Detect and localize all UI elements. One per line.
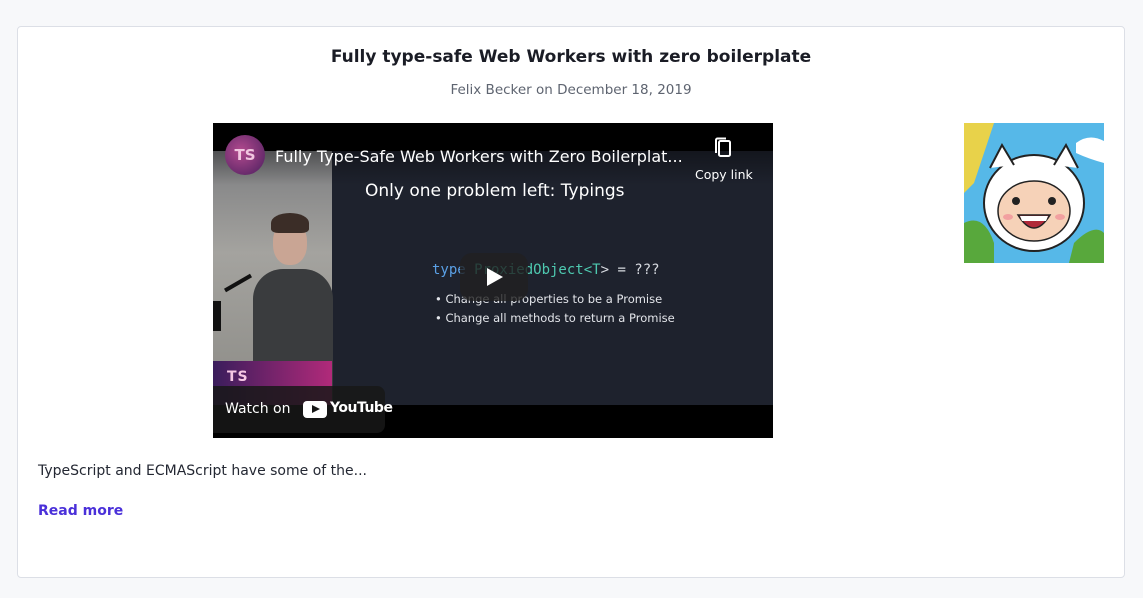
microphone-stand [213,301,221,331]
post-title[interactable]: Fully type-safe Web Workers with zero bo… [18,47,1124,67]
watch-on-youtube-button[interactable]: Watch on YouTube [213,386,393,433]
read-more-link[interactable]: Read more [38,503,123,519]
code-type-param: T [592,262,601,278]
youtube-embed[interactable]: TS Only one problem left: Typings type P… [213,123,773,438]
post-byline: Felix Becker on December 18, 2019 [450,82,692,98]
microphone-icon [224,273,252,293]
play-button-icon[interactable] [460,253,528,301]
copy-link-icon[interactable] [714,137,732,159]
video-title-bar: TS Fully Type-Safe Web Workers with Zero… [213,123,773,185]
video-title[interactable]: Fully Type-Safe Web Workers with Zero Bo… [275,147,685,166]
watch-on-label: Watch on [225,401,291,417]
copy-link-label[interactable]: Copy link [695,167,753,182]
post-excerpt: TypeScript and ECMAScript have some of t… [38,463,367,479]
code-rest: > = ??? [600,262,660,278]
blog-post-card: Fully type-safe Web Workers with zero bo… [17,26,1125,578]
channel-avatar[interactable]: TS [225,135,265,175]
presenter-hair [271,213,309,233]
youtube-logo-icon [303,401,327,418]
slide-bullet: • Change all methods to return a Promise [435,311,675,325]
presenter-image: TS [213,151,333,405]
youtube-wordmark: YouTube [330,400,393,416]
author-thumbnail-image [964,123,1104,263]
event-banner-text: TS [227,369,249,385]
